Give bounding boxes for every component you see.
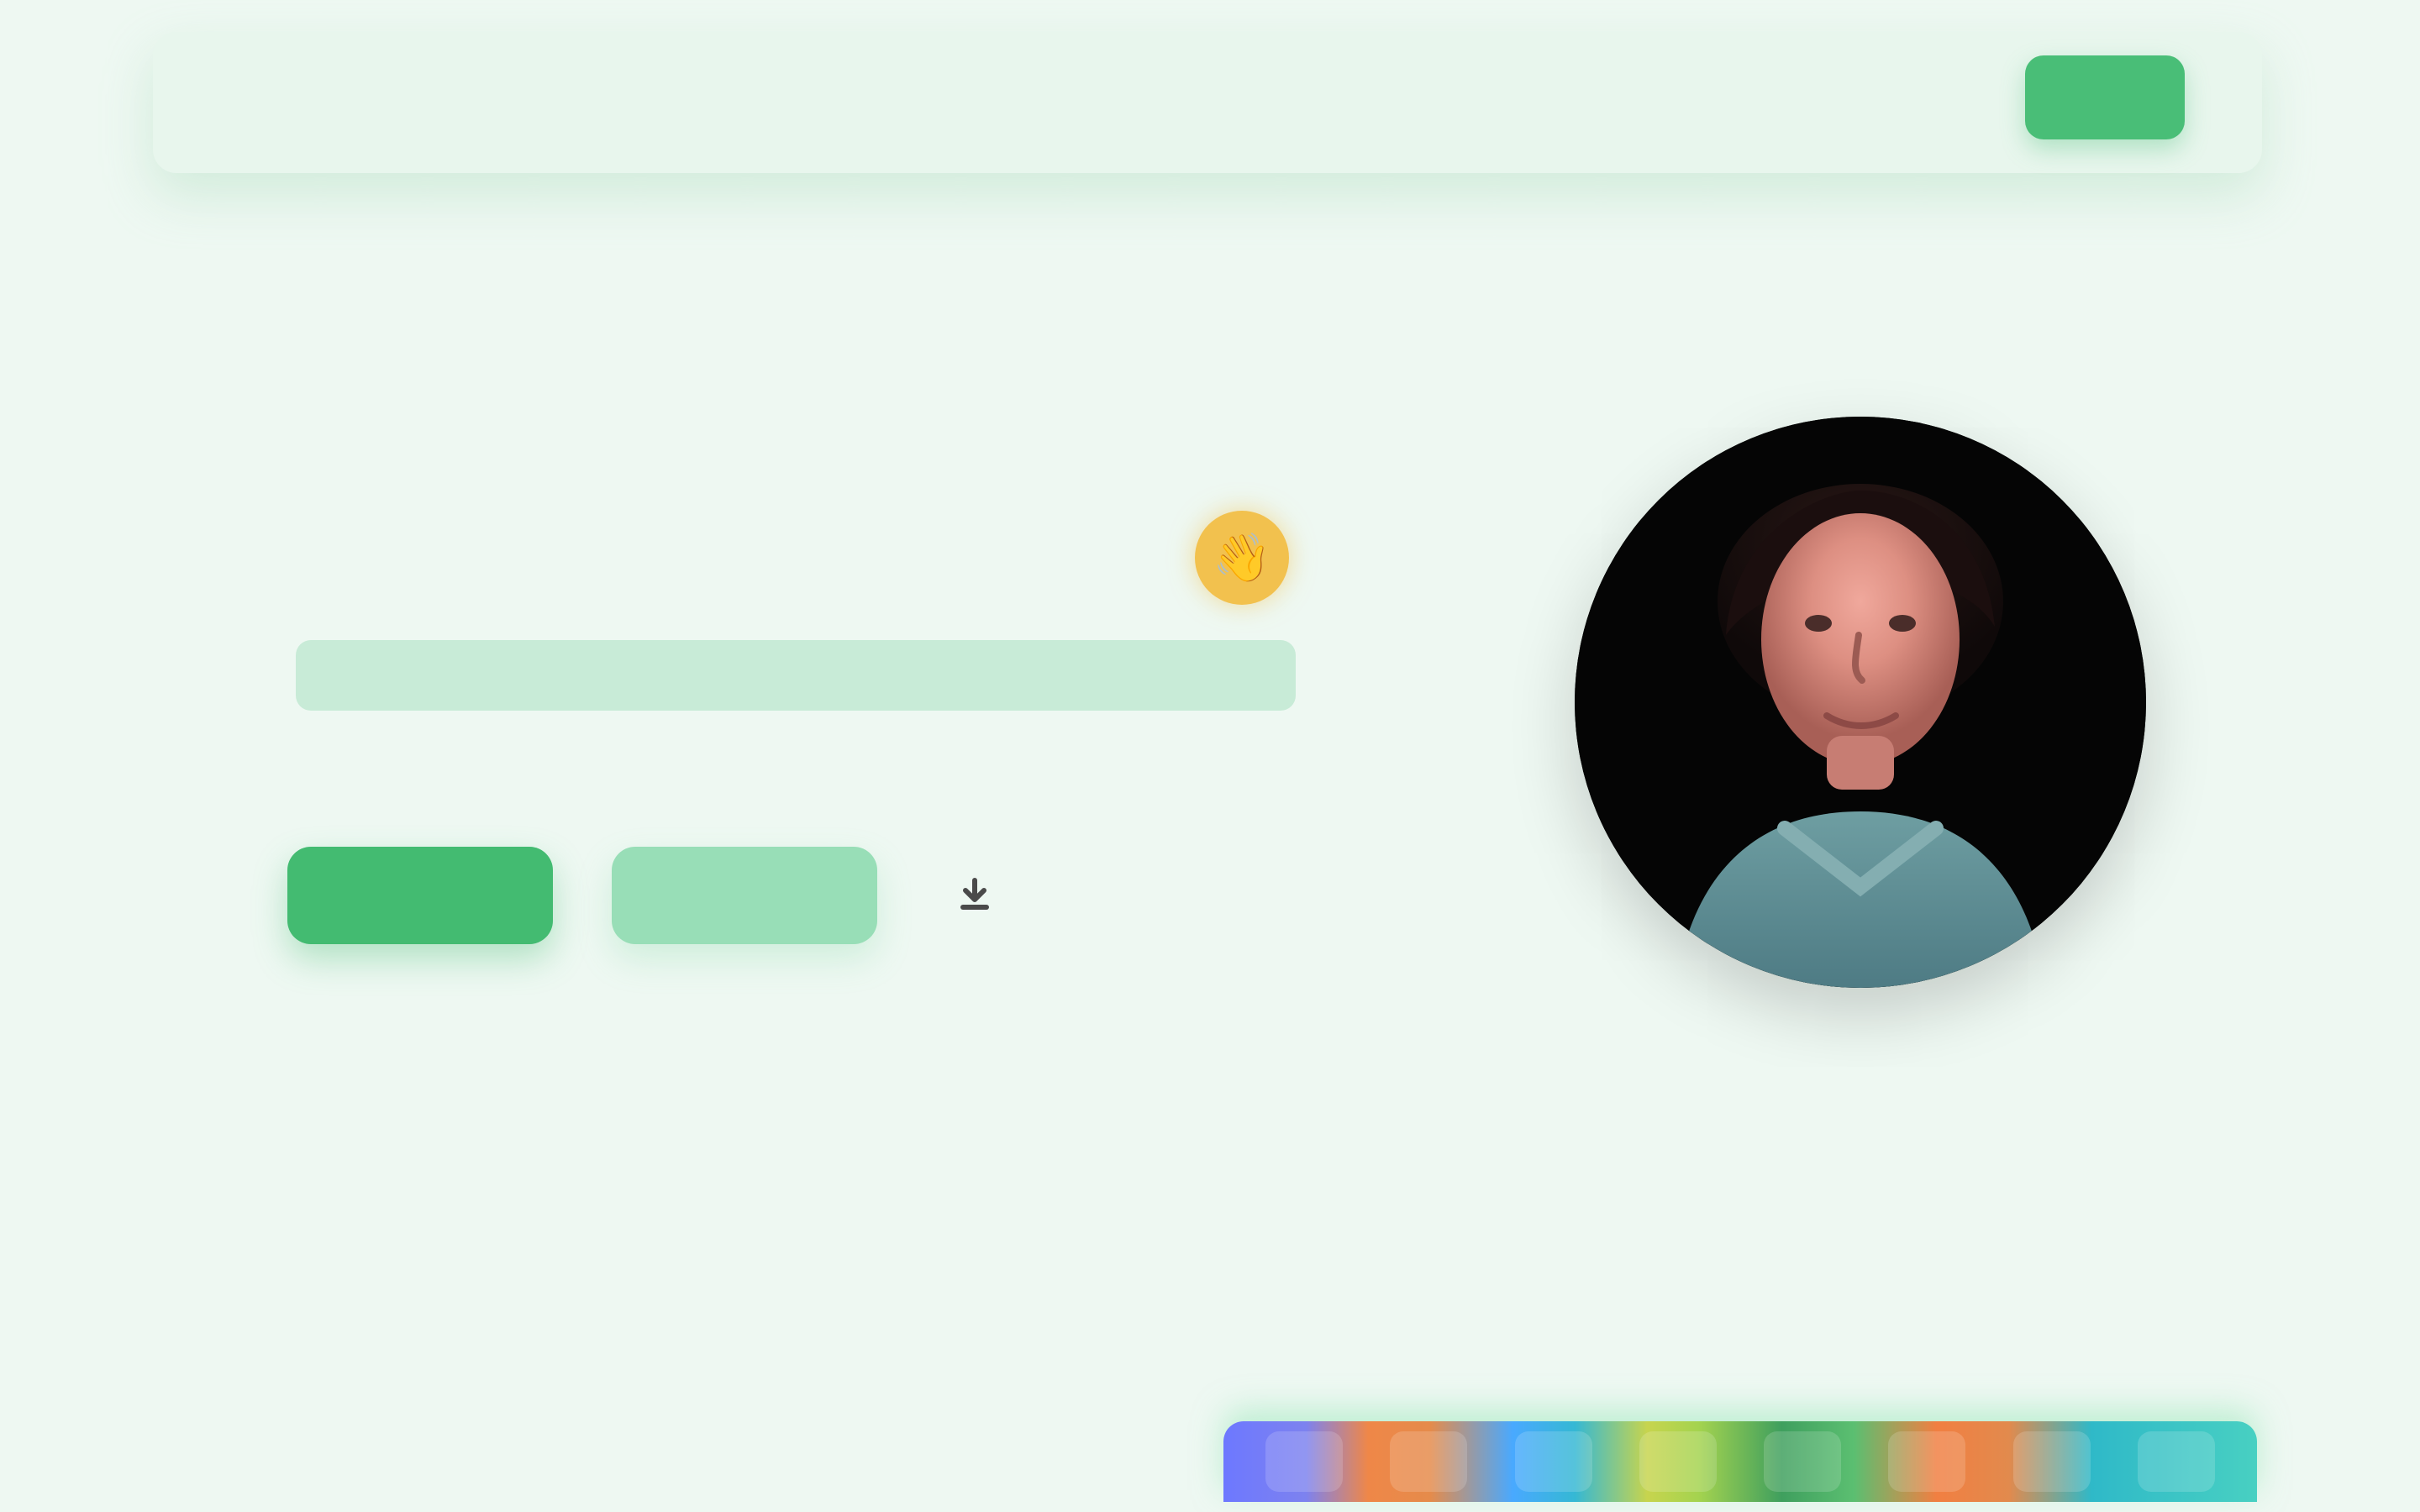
- company-logo-strip: [1223, 1421, 2257, 1502]
- logo-item-8[interactable]: [2137, 1431, 2215, 1492]
- about-section: [165, 1273, 1005, 1492]
- primary-cta-button[interactable]: [287, 847, 553, 944]
- logo-item-6[interactable]: [1888, 1431, 1966, 1492]
- logo-item-3[interactable]: [1514, 1431, 1592, 1492]
- logo-item-2[interactable]: [1390, 1431, 1468, 1492]
- logo-item-7[interactable]: [2012, 1431, 2091, 1492]
- site-logo[interactable]: [202, 64, 407, 134]
- logo-item-1[interactable]: [1265, 1431, 1344, 1492]
- download-icon[interactable]: [936, 857, 1013, 934]
- download-icon-graphic: [960, 878, 989, 910]
- hero-section: 👋: [287, 437, 1329, 991]
- top-navigation: [153, 32, 2262, 173]
- logo-item-5[interactable]: [1764, 1431, 1842, 1492]
- wave-icon: 👋: [1213, 531, 1271, 584]
- wave-badge: 👋: [1195, 511, 1289, 605]
- logo-strip-items: [1223, 1421, 2257, 1502]
- secondary-cta-button[interactable]: [612, 847, 877, 944]
- hero-actions: [287, 847, 1013, 944]
- headline-highlight: [296, 640, 1296, 711]
- portrait-image: [1575, 417, 2146, 988]
- profile-avatar: [1575, 417, 2146, 988]
- contact-button[interactable]: [2025, 55, 2185, 139]
- work-section: [1223, 1275, 2274, 1502]
- logo-item-4[interactable]: [1639, 1431, 1717, 1492]
